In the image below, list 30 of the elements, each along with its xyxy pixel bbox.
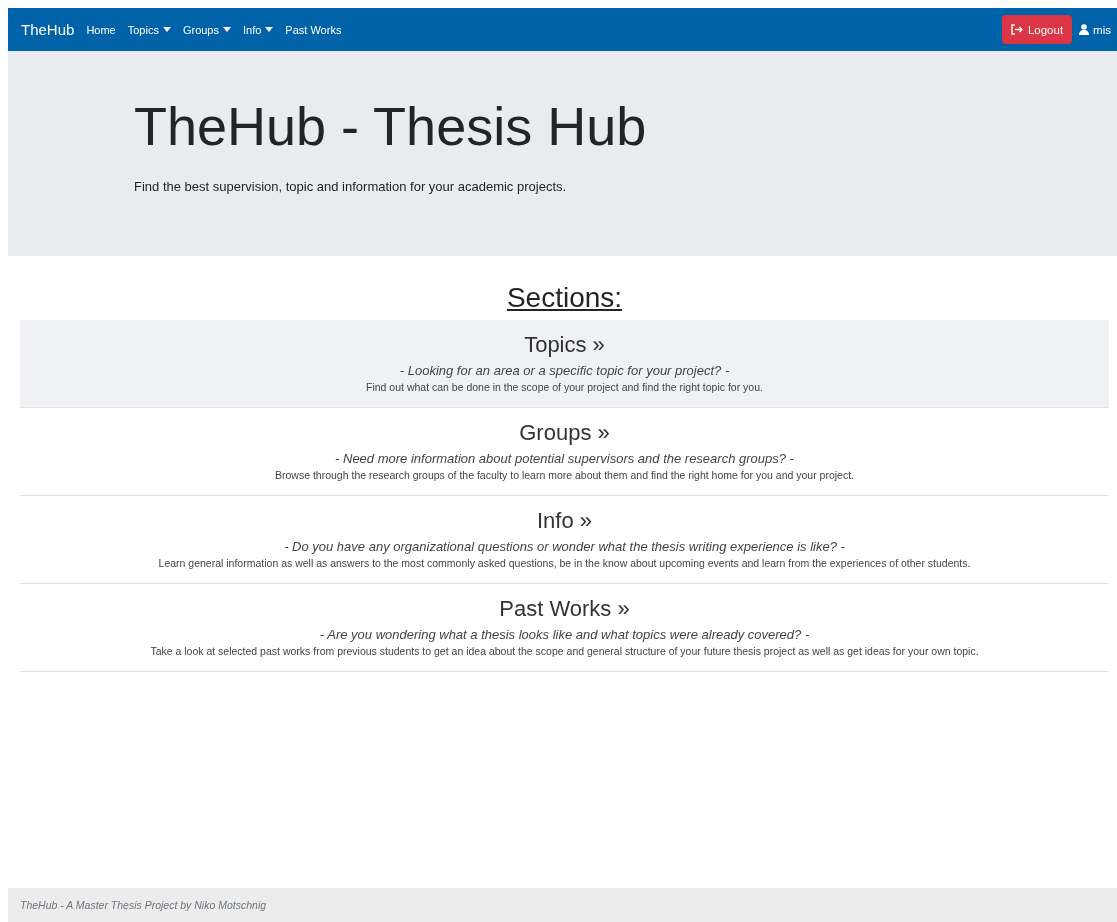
sections-heading: Sections: [505, 282, 624, 314]
caret-icon [223, 27, 231, 32]
logout-icon [1010, 24, 1024, 35]
section-description: Learn general information as well as answers to the most commonly asked questions, be in the know about upcoming events and learn from the experiences of other students. [157, 557, 972, 569]
hero-subtitle: Find the best supervision, topic and information for your academic projects. [134, 178, 568, 194]
footer-text: TheHub - A Master Thesis Project by Niko Motschnig [20, 899, 267, 911]
section-title: Groups » [518, 420, 611, 446]
caret-icon [162, 27, 171, 32]
section-description: Browse through the research groups of the faculty to learn more about them and find the right home for you and your project. [274, 469, 855, 481]
user-icon [1079, 24, 1090, 35]
nav-link[interactable]: Home [86, 23, 116, 36]
caret-icon [265, 27, 274, 32]
section-title: Past Works » [498, 596, 631, 622]
logout-button[interactable]: Logout [1001, 15, 1073, 44]
hero-title: TheHub - Thesis Hub [134, 95, 648, 158]
section-description: Take a look at selected past works from previous students to get an idea about the scope and general structure of your future thesis project as well as get ideas for your own topic. [149, 645, 980, 657]
section-question: - Looking for an area or a specific topic for your project? - [398, 363, 731, 378]
section-question: - Are you wondering what a thesis looks like and what topics were already covered? - [318, 627, 811, 642]
section-title: Info » [535, 508, 593, 534]
nav-link[interactable]: Info [243, 23, 274, 36]
brand-link[interactable]: TheHub [21, 21, 75, 38]
nav-link[interactable]: Groups [182, 23, 231, 36]
section-question: - Do you have any organizational questions or wonder what the thesis writing experience is like? - [283, 539, 846, 554]
section-card[interactable]: Topics » - Looking for an area or a specific topic for your project? - Find out what can be done in the scope of your project and find the right topic for you. [20, 320, 1109, 408]
section-question: - Need more information about potential supervisors and the research groups? - [334, 451, 795, 466]
nav-link[interactable]: Past Works [285, 23, 342, 36]
section-title: Topics » [523, 332, 606, 358]
user-link[interactable]: mis [1079, 23, 1111, 36]
section-description: Find out what can be done in the scope of your project and find the right topic for you. [365, 381, 764, 393]
nav-link[interactable]: Topics [127, 23, 171, 36]
